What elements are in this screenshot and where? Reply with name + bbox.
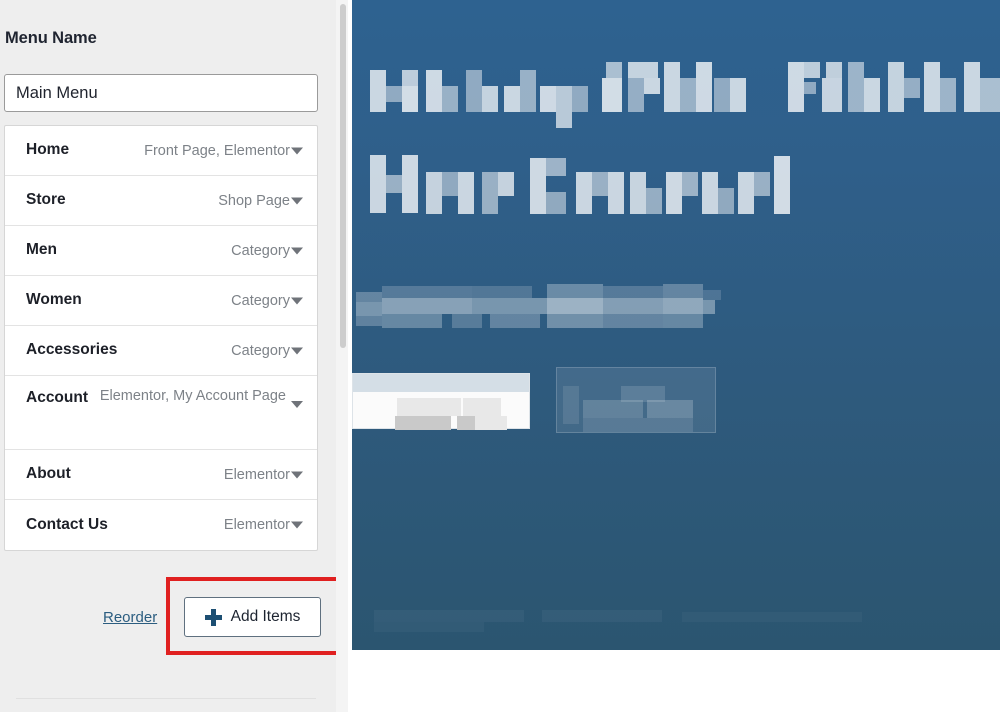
reorder-link[interactable]: Reorder [103,609,157,626]
app-screenshot: Menu Name Home Front Page, Elementor Sto… [0,0,1000,712]
menu-item-title: Women [26,291,82,309]
add-items-button-label: Add Items [230,608,301,625]
menu-item-title: Men [26,241,57,259]
menu-item-title: Store [26,191,66,209]
menu-item-about[interactable]: About Elementor [5,450,317,500]
menu-item-contact-us[interactable]: Contact Us Elementor [5,500,317,550]
menu-name-label: Menu Name [5,29,97,47]
menu-item-women[interactable]: Women Category [5,276,317,326]
chevron-down-icon[interactable] [291,147,303,154]
menu-item-meta: Elementor, My Account Page [99,388,286,404]
menu-item-home[interactable]: Home Front Page, Elementor [5,126,317,176]
site-preview-pane [352,0,1000,712]
menu-items-list: Home Front Page, Elementor Store Shop Pa… [4,125,318,551]
menu-item-title: Account [26,389,88,406]
menu-editor-panel: Menu Name Home Front Page, Elementor Sto… [0,0,340,712]
menu-item-meta: Shop Page [218,192,290,209]
menu-item-title: Home [26,141,70,159]
menu-item-account[interactable]: Account Elementor, My Account Page [5,376,317,450]
chevron-down-icon[interactable] [291,521,303,529]
chevron-down-icon[interactable] [291,401,303,408]
menu-item-accessories[interactable]: Accessories Category [5,326,317,376]
menu-name-input[interactable] [4,74,318,112]
menu-item-title: About [26,465,71,483]
button-top-band [353,374,529,392]
menu-item-store[interactable]: Store Shop Page [5,176,317,226]
menu-item-meta: Front Page, Elementor [144,142,290,159]
hero-primary-button[interactable] [352,373,530,430]
add-items-button[interactable]: Add Items [184,597,321,637]
menu-item-men[interactable]: Men Category [5,226,317,276]
chevron-down-icon[interactable] [291,347,303,354]
chevron-down-icon[interactable] [291,247,303,254]
panel-scrollbar-thumb[interactable] [340,4,346,348]
menu-item-title: Accessories [26,341,118,359]
hero-section [352,0,1000,650]
panel-divider [16,698,316,699]
chevron-down-icon[interactable] [291,297,303,304]
chevron-down-icon[interactable] [291,471,303,478]
menu-item-title: Contact Us [26,515,108,533]
plus-icon [204,608,222,626]
chevron-down-icon[interactable] [291,197,303,204]
hero-secondary-button[interactable] [556,367,716,433]
